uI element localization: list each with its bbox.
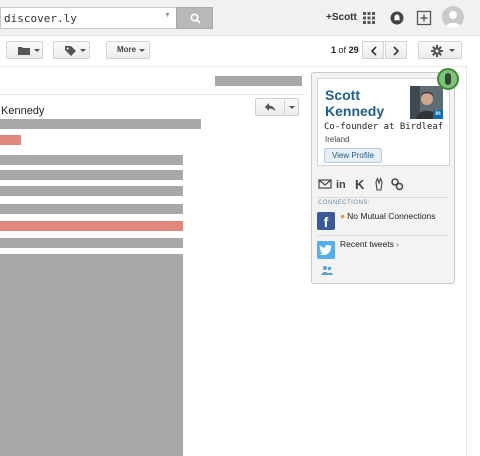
mutual-connections: ● No Mutual Connections	[340, 211, 436, 221]
contact-last-name: Kennedy	[325, 103, 385, 119]
chevron-down-icon	[34, 49, 40, 52]
twitter-icon[interactable]	[317, 241, 335, 259]
chevron-right-icon: ›	[396, 239, 400, 249]
angellist-icon[interactable]	[372, 177, 386, 191]
scrollbar-track[interactable]	[466, 66, 467, 456]
search-button[interactable]	[176, 7, 213, 29]
more-label: More	[117, 45, 137, 54]
redacted-line	[0, 155, 183, 165]
reply-more-button[interactable]	[284, 98, 299, 116]
plus-profile-link[interactable]: +Scott	[326, 12, 357, 23]
page-current: 1	[331, 45, 337, 55]
chevron-down-icon	[449, 49, 455, 52]
rapportive-status-badge[interactable]	[437, 68, 459, 90]
redacted-line	[0, 204, 183, 214]
facebook-icon[interactable]: f	[317, 212, 335, 230]
redacted-line-highlight	[0, 135, 21, 145]
newer-button[interactable]	[362, 41, 384, 59]
chevron-down-icon	[289, 106, 295, 109]
labels-button[interactable]	[53, 41, 90, 59]
people-icon[interactable]	[321, 265, 333, 275]
search-box[interactable]	[0, 7, 176, 29]
older-button[interactable]	[385, 41, 407, 59]
chevron-left-icon	[370, 46, 377, 56]
redacted-line	[0, 119, 201, 129]
connections-label: CONNECTIONS:	[318, 200, 371, 206]
recent-tweets-label: Recent tweets	[340, 239, 394, 249]
section-divider	[317, 197, 448, 198]
redacted-line	[0, 238, 183, 248]
status-figure-icon	[445, 73, 451, 85]
more-button[interactable]: More	[106, 41, 150, 59]
redacted-line	[0, 170, 183, 180]
reply-icon	[265, 103, 276, 112]
redacted-line	[0, 186, 183, 196]
settings-button[interactable]	[418, 41, 462, 59]
contact-location: Ireland	[325, 135, 350, 144]
avatar[interactable]	[442, 6, 464, 28]
profile-card: Scott Kennedy in Co-founder at Birdleaf …	[317, 78, 450, 166]
redacted-line-highlight	[0, 221, 183, 231]
contact-photo: in	[410, 86, 443, 119]
contact-sidebar: Scott Kennedy in Co-founder at Birdleaf …	[311, 72, 455, 284]
contact-first-name: Scott	[325, 87, 360, 103]
person-icon: ●	[340, 211, 346, 221]
reply-button[interactable]	[255, 98, 285, 116]
folder-icon	[18, 47, 30, 55]
linkedin-icon[interactable]: in	[336, 177, 350, 191]
mail-icon[interactable]	[318, 177, 332, 191]
share-plus-icon[interactable]	[416, 10, 432, 26]
chevron-right-icon	[393, 46, 400, 56]
section-divider	[317, 235, 448, 236]
search-options-caret[interactable]: ▼	[164, 12, 171, 19]
mutual-connections-text: No Mutual Connections	[347, 211, 436, 221]
svg-text:K: K	[355, 177, 365, 191]
chevron-down-icon	[139, 49, 145, 52]
redacted-body-block	[0, 254, 183, 456]
message-divider	[0, 94, 305, 95]
redacted-subject	[215, 76, 302, 86]
top-bar: ▼ +Scott	[0, 0, 480, 36]
toolbar-divider	[0, 66, 468, 67]
apps-grid-icon[interactable]	[361, 10, 377, 26]
move-to-button[interactable]	[6, 41, 43, 59]
sender-name[interactable]: Kennedy	[1, 105, 44, 117]
gear-icon	[431, 45, 443, 57]
page-of-label: of	[338, 45, 347, 55]
search-input[interactable]	[1, 8, 176, 28]
contact-name[interactable]: Scott Kennedy	[325, 87, 405, 119]
linkedin-badge-icon: in	[433, 110, 443, 119]
notifications-icon[interactable]	[389, 10, 405, 26]
chevron-down-icon	[80, 49, 86, 52]
view-profile-button[interactable]: View Profile	[324, 148, 382, 163]
klout-icon[interactable]: K	[354, 177, 368, 191]
label-icon	[65, 46, 76, 56]
pagination-count: 1 of 29	[331, 45, 359, 55]
svg-text:in: in	[336, 179, 346, 191]
social-services-row: in K	[317, 173, 450, 195]
contact-tagline: Co-founder at Birdleaf	[324, 122, 444, 132]
search-icon	[190, 13, 201, 24]
link-icon[interactable]	[390, 177, 404, 191]
user-silhouette-icon	[445, 11, 461, 28]
twitter-bird-icon	[319, 244, 332, 256]
page-total: 29	[348, 45, 359, 55]
recent-tweets-link[interactable]: Recent tweets ›	[340, 239, 399, 249]
